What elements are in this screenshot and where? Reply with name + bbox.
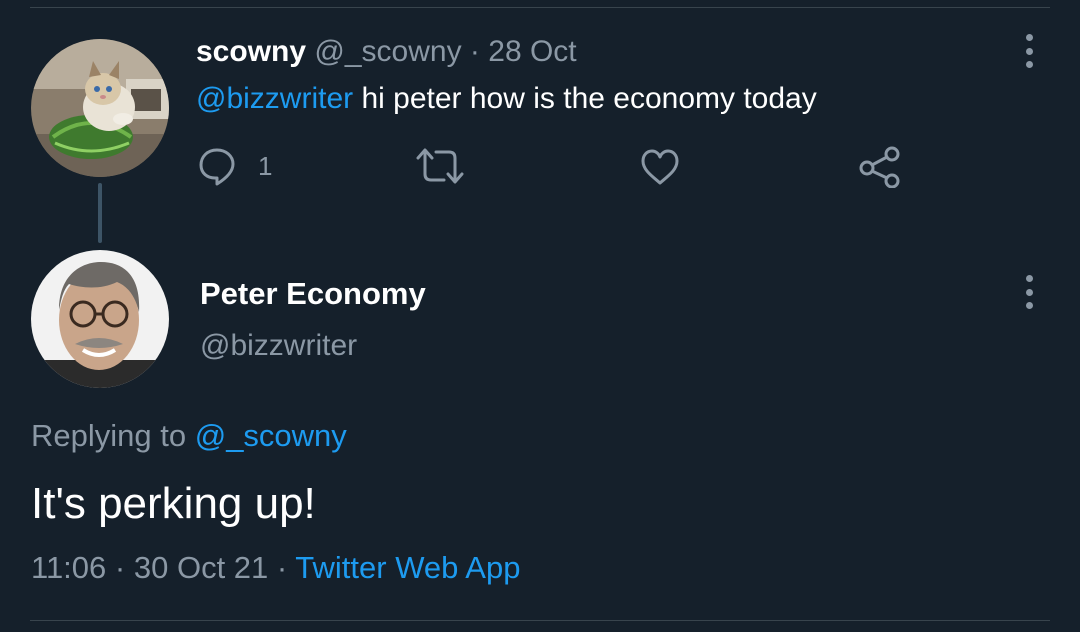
heart-icon [641, 149, 679, 185]
tweet1-handle[interactable]: @_scowny [314, 35, 461, 68]
tweet1-body: hi peter how is the economy today [353, 82, 817, 115]
bottom-divider [30, 620, 1050, 621]
tweet1-mention-link[interactable]: @bizzwriter [196, 82, 353, 115]
reply-count: 1 [258, 150, 273, 181]
tweet2-display-name[interactable]: Peter Economy [200, 275, 426, 313]
tweet2-more-icon[interactable] [1017, 273, 1041, 311]
avatar-peter-economy[interactable] [31, 250, 169, 388]
tweet2-meta: 11:06 · 30 Oct 21 · Twitter Web App [31, 548, 520, 588]
tweet2-time[interactable]: 11:06 [31, 550, 106, 585]
replying-to-handle-link[interactable]: @_scowny [195, 418, 347, 453]
tweet2-meta-separator-1: · [114, 550, 126, 585]
tweet2-meta-separator-2: · [276, 550, 288, 585]
retweet-button[interactable] [414, 146, 466, 186]
replying-to-prefix: Replying to [31, 418, 195, 453]
share-button[interactable] [858, 146, 902, 188]
tweet1-separator: · [469, 35, 480, 68]
tweet2-date[interactable]: 30 Oct 21 [134, 550, 268, 585]
tweet2-text: It's perking up! [31, 479, 316, 528]
cat-avatar-image [31, 39, 169, 177]
reply-button[interactable]: 1 [198, 146, 272, 186]
person-avatar-image [31, 250, 169, 388]
top-divider [30, 7, 1050, 8]
avatar-scowny[interactable] [31, 39, 169, 177]
tweet1-display-name[interactable]: scowny [196, 35, 306, 68]
tweet1-more-icon[interactable] [1017, 32, 1041, 70]
share-icon [859, 146, 900, 188]
retweet-icon [416, 148, 464, 184]
thread-connector-line [98, 183, 102, 243]
tweet2-source-link[interactable]: Twitter Web App [295, 550, 520, 585]
replying-to-line: Replying to @_scowny [31, 416, 347, 456]
tweet1-date[interactable]: 28 Oct [488, 35, 576, 68]
reply-icon [199, 148, 235, 186]
like-button[interactable] [640, 148, 680, 186]
tweet1-header: scowny @_scowny · 28 Oct [196, 33, 577, 71]
tweet2-handle[interactable]: @bizzwriter [200, 327, 357, 365]
tweet1-text: @bizzwriter hi peter how is the economy … [196, 80, 817, 118]
